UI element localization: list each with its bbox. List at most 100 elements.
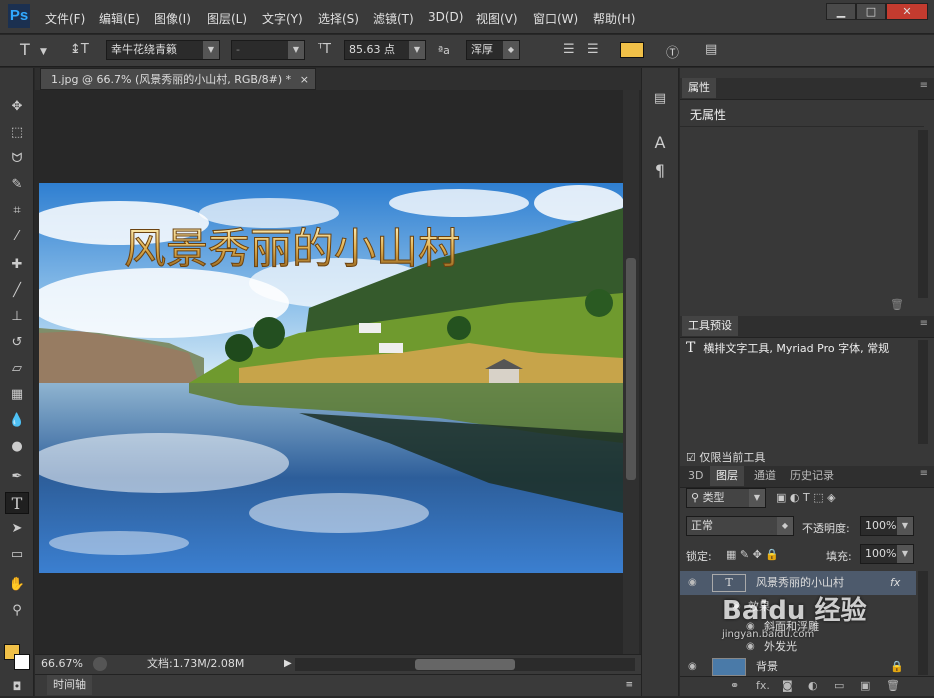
menu-image[interactable]: 图像(I) (154, 10, 191, 27)
menu-window[interactable]: 窗口(W) (533, 10, 578, 27)
font-family-select[interactable]: 幸牛花绕青籁 ▼ (106, 40, 220, 60)
tool-presets-scrollbar[interactable] (918, 340, 928, 444)
background-color-swatch[interactable] (14, 654, 30, 670)
character-panel-icon[interactable]: ▤ (705, 42, 717, 57)
text-color-swatch[interactable] (620, 42, 644, 58)
font-family-value: 幸牛花绕青籁 (111, 43, 177, 56)
eraser-tool-icon[interactable]: ▱ (5, 358, 29, 380)
trash-icon[interactable]: 🗑 (890, 298, 904, 311)
maximize-button[interactable]: □ (856, 3, 886, 20)
opacity-value: 100% (865, 519, 897, 532)
link-layers-icon[interactable]: ⚭ (730, 679, 739, 692)
layers-scrollbar[interactable] (918, 571, 928, 675)
lasso-tool-icon[interactable]: ᗢ (5, 148, 29, 170)
tool-preset-item[interactable]: T 横排文字工具, Myriad Pro 字体, 常规 (686, 340, 918, 358)
vertical-scroll-thumb[interactable] (626, 258, 636, 480)
align-right-icon[interactable]: ☰ (587, 42, 599, 57)
healing-brush-tool-icon[interactable]: ✚ (5, 254, 29, 276)
lock-icons[interactable]: ▦ ✎ ✥ 🔒 (726, 548, 779, 561)
photoshop-logo: Ps (8, 4, 30, 28)
tab-tool-presets[interactable]: 工具预设 (682, 316, 738, 336)
panel-menu-icon[interactable]: ≡ (920, 80, 928, 91)
document-tab[interactable]: 1.jpg @ 66.7% (风景秀丽的小山村, RGB/8#) * × (40, 68, 316, 90)
opacity-input[interactable]: 100% ▼ (860, 516, 914, 536)
background-thumbnail (712, 658, 746, 676)
dodge-tool-icon[interactable]: ● (5, 436, 29, 458)
menu-layer[interactable]: 图层(L) (207, 10, 247, 27)
layers-footer: ⚭ fx. ◙ ◐ ▭ ▣ 🗑 (680, 676, 934, 696)
delete-layer-icon[interactable]: 🗑 (886, 679, 900, 692)
menu-3d[interactable]: 3D(D) (428, 10, 463, 24)
tab-3d[interactable]: 3D (682, 466, 709, 486)
font-style-select[interactable]: - ▼ (231, 40, 305, 60)
warp-text-icon[interactable]: Ⓣ (666, 42, 679, 61)
adjustment-layer-icon[interactable]: ◐ (808, 679, 818, 692)
type-tool-icon[interactable]: T (5, 492, 29, 514)
current-tool-only-checkbox[interactable]: ☑ 仅限当前工具 (686, 449, 765, 465)
menu-edit[interactable]: 编辑(E) (99, 10, 140, 27)
fill-input[interactable]: 100% ▼ (860, 544, 914, 564)
document-info: 文档:1.73M/2.08M (147, 657, 245, 670)
text-orientation-icon[interactable]: ↨T (70, 42, 89, 57)
antialias-select[interactable]: 浑厚 ◆ (466, 40, 520, 60)
hand-tool-icon[interactable]: ✋ (5, 574, 29, 596)
new-layer-icon[interactable]: ▣ (860, 679, 870, 692)
timeline-panel: 时间轴 ≡ (35, 674, 641, 696)
zoom-level[interactable]: 66.67% (41, 655, 83, 673)
share-icon[interactable] (93, 657, 107, 671)
visibility-eye-icon[interactable]: ◉ (688, 571, 697, 595)
tab-properties[interactable]: 属性 (682, 78, 716, 98)
marquee-tool-icon[interactable]: ⬚ (5, 122, 29, 144)
panel-menu-icon[interactable]: ≡ (920, 468, 928, 479)
chevron-down-icon[interactable]: ▼ (40, 47, 47, 57)
tab-layers[interactable]: 图层 (710, 466, 744, 486)
add-style-icon[interactable]: fx. (756, 679, 770, 692)
blend-mode-select[interactable]: 正常 ◆ (686, 516, 794, 536)
eyedropper-tool-icon[interactable]: ⁄ (5, 226, 29, 248)
menu-help[interactable]: 帮助(H) (593, 10, 635, 27)
quick-select-tool-icon[interactable]: ✎ (5, 174, 29, 196)
tab-history[interactable]: 历史记录 (784, 466, 840, 486)
layer-filter-icons[interactable]: ▣ ◐ T ⬚ ◈ (776, 491, 836, 504)
panel-menu-icon[interactable]: ≡ (625, 675, 633, 695)
new-group-icon[interactable]: ▭ (834, 679, 844, 692)
clone-stamp-tool-icon[interactable]: ⊥ (5, 306, 29, 328)
horizontal-scroll-thumb[interactable] (415, 659, 515, 670)
tab-channels[interactable]: 通道 (748, 466, 782, 486)
panel-menu-icon[interactable]: ≡ (920, 318, 928, 329)
close-button[interactable]: ✕ (886, 3, 928, 20)
paragraph-panel-icon[interactable]: ¶ (648, 160, 672, 182)
zoom-tool-icon[interactable]: ⚲ (5, 600, 29, 622)
rectangle-tool-icon[interactable]: ▭ (5, 544, 29, 566)
path-select-tool-icon[interactable]: ➤ (5, 518, 29, 540)
move-tool-icon[interactable]: ✥ (5, 96, 29, 118)
add-mask-icon[interactable]: ◙ (782, 679, 793, 692)
properties-scrollbar[interactable] (918, 130, 928, 298)
character-panel-icon[interactable]: A (648, 132, 672, 154)
history-brush-tool-icon[interactable]: ↺ (5, 332, 29, 354)
align-center-icon[interactable]: ☰ (563, 42, 575, 57)
tool-presets-header: 工具预设 ≡ (680, 316, 934, 338)
menu-type[interactable]: 文字(Y) (262, 10, 303, 27)
menu-filter[interactable]: 滤镜(T) (373, 10, 414, 27)
timeline-tab[interactable]: 时间轴 (47, 675, 92, 695)
minimize-button[interactable]: ▁ (826, 3, 856, 20)
history-panel-icon[interactable]: ▤ (648, 88, 672, 110)
brush-tool-icon[interactable]: ╱ (5, 280, 29, 302)
collapsed-panel-strip: ▤ A ¶ (641, 68, 679, 696)
close-tab-icon[interactable]: × (300, 69, 309, 91)
font-size-select[interactable]: 85.63 点 ▼ (344, 40, 426, 60)
pen-tool-icon[interactable]: ✒ (5, 466, 29, 488)
layer-filter-select[interactable]: ⚲ 类型 ▼ (686, 488, 766, 508)
canvas-image[interactable]: 风景秀丽的小山村 (39, 183, 623, 573)
status-menu-arrow-icon[interactable]: ▶ (284, 655, 292, 673)
menu-view[interactable]: 视图(V) (476, 10, 518, 27)
canvas-text-layer[interactable]: 风景秀丽的小山村 (124, 224, 461, 274)
blur-tool-icon[interactable]: 💧 (5, 410, 29, 432)
quick-mask-icon[interactable]: ◘ (5, 676, 29, 698)
type-tool-preset-icon[interactable]: T (20, 40, 30, 59)
menu-file[interactable]: 文件(F) (45, 10, 85, 27)
menu-select[interactable]: 选择(S) (318, 10, 359, 27)
crop-tool-icon[interactable]: ⌗ (5, 200, 29, 222)
gradient-tool-icon[interactable]: ▦ (5, 384, 29, 406)
